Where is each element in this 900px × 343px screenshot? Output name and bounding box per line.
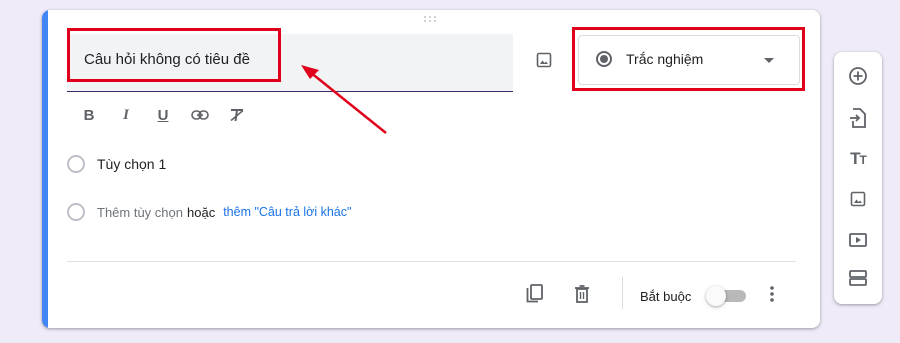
link-button[interactable] <box>191 104 209 126</box>
drag-handle-icon[interactable] <box>424 16 438 24</box>
more-options-button[interactable] <box>760 282 784 306</box>
active-card-accent <box>42 10 48 328</box>
add-option-input[interactable]: Thêm tùy chọn <box>97 205 183 220</box>
add-section-button[interactable] <box>846 266 870 290</box>
format-toolbar: B I U <box>80 104 265 126</box>
title-text-icon: TT <box>850 149 867 168</box>
option-label[interactable]: Tùy chọn 1 <box>97 156 166 172</box>
required-label: Bắt buộc <box>640 289 692 304</box>
more-vert-icon <box>770 286 774 302</box>
add-option-row: Thêm tùy chọn hoặc thêm "Câu trả lời khá… <box>67 201 351 223</box>
link-icon <box>191 110 209 120</box>
add-other-answer-link[interactable]: thêm "Câu trả lời khác" <box>223 205 351 219</box>
title-highlight-box <box>67 28 281 82</box>
bold-button[interactable]: B <box>80 104 98 126</box>
delete-button[interactable] <box>570 282 594 306</box>
add-image-to-question-button[interactable] <box>532 48 556 72</box>
video-icon <box>849 233 867 247</box>
clear-format-button[interactable] <box>228 104 246 126</box>
import-icon <box>850 108 866 128</box>
floating-toolbar: TT <box>834 52 882 304</box>
section-icon <box>849 270 867 286</box>
option-row[interactable]: Tùy chọn 1 <box>67 153 166 175</box>
add-circle-icon <box>849 67 867 85</box>
underline-button[interactable]: U <box>154 104 172 126</box>
required-toggle[interactable] <box>706 286 746 306</box>
image-icon <box>536 52 552 68</box>
duplicate-button[interactable] <box>523 282 547 306</box>
toggle-thumb <box>706 286 726 306</box>
add-option-radio <box>67 203 85 221</box>
add-video-button[interactable] <box>846 228 870 252</box>
import-questions-button[interactable] <box>846 106 870 130</box>
copy-icon <box>526 284 543 303</box>
question-card[interactable]: Câu hỏi không có tiêu đề Trắc nghiệm B I… <box>42 10 820 328</box>
footer-divider <box>67 261 796 262</box>
add-title-description-button[interactable]: TT <box>846 147 870 171</box>
clear-format-icon <box>230 109 244 122</box>
footer-separator <box>622 277 623 309</box>
image-icon <box>850 191 866 207</box>
italic-button[interactable]: I <box>117 104 135 126</box>
trash-icon <box>575 285 589 303</box>
or-label: hoặc <box>187 204 216 220</box>
add-image-button[interactable] <box>846 187 870 211</box>
add-question-button[interactable] <box>846 64 870 88</box>
type-highlight-box <box>572 27 805 91</box>
option-radio <box>67 155 85 173</box>
